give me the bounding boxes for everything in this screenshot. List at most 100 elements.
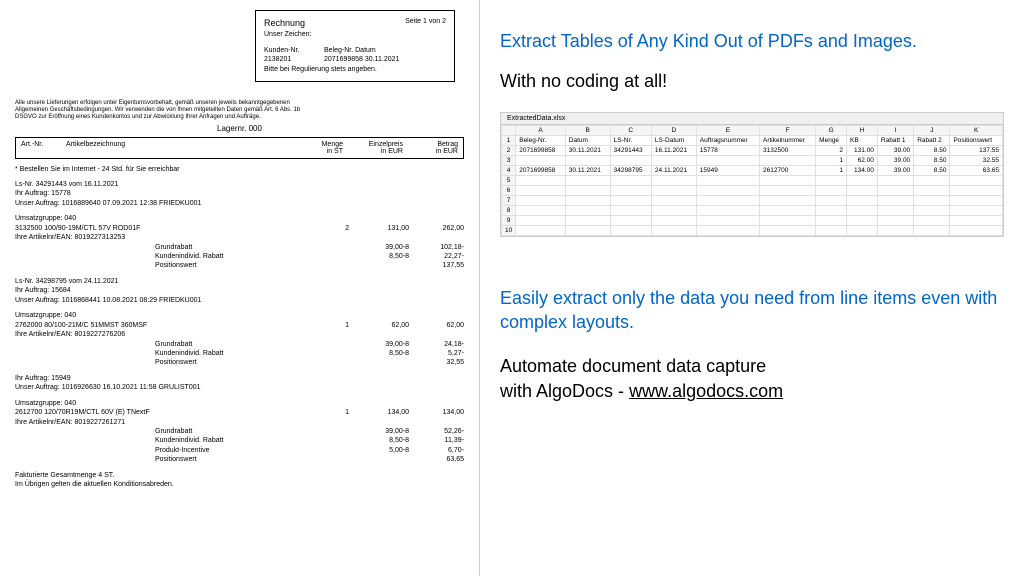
excel-cell — [651, 216, 696, 226]
excel-header-cell: 1 — [502, 136, 516, 146]
preis-val: 62,00 — [349, 321, 409, 330]
excel-cell — [914, 206, 950, 216]
th-art: Art.-Nr. — [21, 141, 66, 155]
excel-cell: 15949 — [696, 166, 759, 176]
marketing-panel: Extract Tables of Any Kind Out of PDFs a… — [480, 0, 1024, 576]
excel-cell — [816, 206, 847, 216]
algodocs-url[interactable]: www.algodocs.com — [629, 381, 783, 401]
excel-header-cell: Datum — [565, 136, 610, 146]
excel-cell — [565, 196, 610, 206]
excel-header-cell: KB — [847, 136, 878, 146]
excel-cell: 5 — [502, 176, 516, 186]
excel-cell — [914, 176, 950, 186]
excel-header-cell: Menge — [816, 136, 847, 146]
th-menge-unit: in ST — [327, 148, 343, 155]
grund-b: 52,26- — [409, 427, 464, 436]
th-betrag: Betrag — [437, 141, 458, 148]
th-bez: Artikelbezeichnung — [66, 141, 288, 155]
preis-val: 134,00 — [349, 408, 409, 417]
excel-cell — [610, 156, 651, 166]
excel-cell — [610, 226, 651, 236]
excel-cell — [610, 196, 651, 206]
excel-cell — [696, 206, 759, 216]
item-group-3: Ihr Auftrag: 15949 Unser Auftrag: 101692… — [15, 374, 464, 465]
pos-label: Positionswert — [15, 358, 294, 367]
excel-cell: 2 — [816, 146, 847, 156]
excel-cell: 30.11.2021 — [565, 146, 610, 156]
pos-label: Positionswert — [15, 261, 294, 270]
excel-cell — [516, 186, 566, 196]
excel-cell: 62.00 — [847, 156, 878, 166]
excel-cell: 3132500 — [760, 146, 816, 156]
excel-header-cell: Artikelnummer — [760, 136, 816, 146]
pos-b: 63,65 — [409, 455, 464, 464]
kunden-label: Kunden-Nr. — [264, 46, 324, 56]
item-group-2: Ls-Nr. 34298795 vom 24.11.2021 Ihr Auftr… — [15, 277, 464, 368]
excel-cell — [760, 226, 816, 236]
th-menge: Menge — [322, 141, 343, 148]
excel-cell: 137.55 — [950, 146, 1003, 156]
excel-cell — [696, 216, 759, 226]
headline-4b: with AlgoDocs - — [500, 381, 629, 401]
excel-cell: 32.55 — [950, 156, 1003, 166]
kunden-nr: 2138201 — [264, 55, 324, 65]
excel-cell: 2071699858 — [516, 146, 566, 156]
excel-col-head — [502, 126, 516, 136]
excel-cell — [651, 176, 696, 186]
unser-auftrag-line: Unser Auftrag: 1016889640 07.09.2021 12:… — [15, 199, 464, 208]
excel-cell — [847, 176, 878, 186]
excel-cell — [760, 156, 816, 166]
excel-cell — [914, 196, 950, 206]
kind-label: Kundenindivid. Rabatt — [15, 349, 294, 358]
excel-cell — [696, 156, 759, 166]
grund-p: 39,00-8 — [349, 243, 409, 252]
excel-cell — [877, 216, 913, 226]
headline-1: Extract Tables of Any Kind Out of PDFs a… — [500, 30, 1004, 53]
pos-b: 137,55 — [409, 261, 464, 270]
excel-grid: ABCDEFGHIJK1Beleg-Nr.DatumLS-Nr.LS-Datum… — [501, 125, 1003, 236]
excel-header-cell: Rabatt 2 — [914, 136, 950, 146]
excel-header-cell: Beleg-Nr. — [516, 136, 566, 146]
excel-cell — [696, 186, 759, 196]
auftrag-line: Ihr Auftrag: 15949 — [15, 374, 464, 383]
excel-cell: 30.11.2021 — [565, 166, 610, 176]
menge-val: 2 — [294, 224, 349, 233]
excel-cell — [847, 196, 878, 206]
invoice-header-box: Rechnung Seite 1 von 2 Unser Zeichen: Ku… — [255, 10, 455, 82]
excel-cell — [516, 206, 566, 216]
excel-cell: 8.50 — [914, 166, 950, 176]
excel-cell: 2 — [502, 146, 516, 156]
excel-header-cell: Auftragsnummer — [696, 136, 759, 146]
excel-cell: 6 — [502, 186, 516, 196]
pos-label: Positionswert — [15, 455, 294, 464]
grund-b: 102,18- — [409, 243, 464, 252]
excel-cell — [950, 216, 1003, 226]
konditions-line: Im Übrigen gelten die aktuellen Konditio… — [15, 480, 464, 489]
excel-header-cell: Positionswert — [950, 136, 1003, 146]
kind-p: 8,50-8 — [349, 252, 409, 261]
umsatz-line: Umsatzgruppe: 040 — [15, 214, 464, 223]
excel-col-head: H — [847, 126, 878, 136]
headline-2: With no coding at all! — [500, 71, 1004, 92]
excel-cell — [565, 186, 610, 196]
umsatz-line: Umsatzgruppe: 040 — [15, 311, 464, 320]
excel-cell — [565, 216, 610, 226]
headline-4a: Automate document data capture — [500, 356, 766, 376]
excel-cell — [816, 176, 847, 186]
excel-cell — [877, 226, 913, 236]
excel-cell — [950, 186, 1003, 196]
excel-cell — [877, 206, 913, 216]
kind-b: 22,27- — [409, 252, 464, 261]
excel-cell — [610, 206, 651, 216]
invoice-title: Rechnung — [264, 18, 305, 28]
excel-col-head: J — [914, 126, 950, 136]
excel-preview: ExtractedData.xlsx ABCDEFGHIJK1Beleg-Nr.… — [500, 112, 1004, 237]
excel-cell — [914, 216, 950, 226]
excel-cell — [696, 196, 759, 206]
excel-col-head: E — [696, 126, 759, 136]
excel-cell: 1 — [816, 156, 847, 166]
grund-label: Grundrabatt — [15, 243, 294, 252]
excel-cell — [651, 206, 696, 216]
kind-p: 8,50-8 — [349, 436, 409, 445]
excel-cell: 63.65 — [950, 166, 1003, 176]
